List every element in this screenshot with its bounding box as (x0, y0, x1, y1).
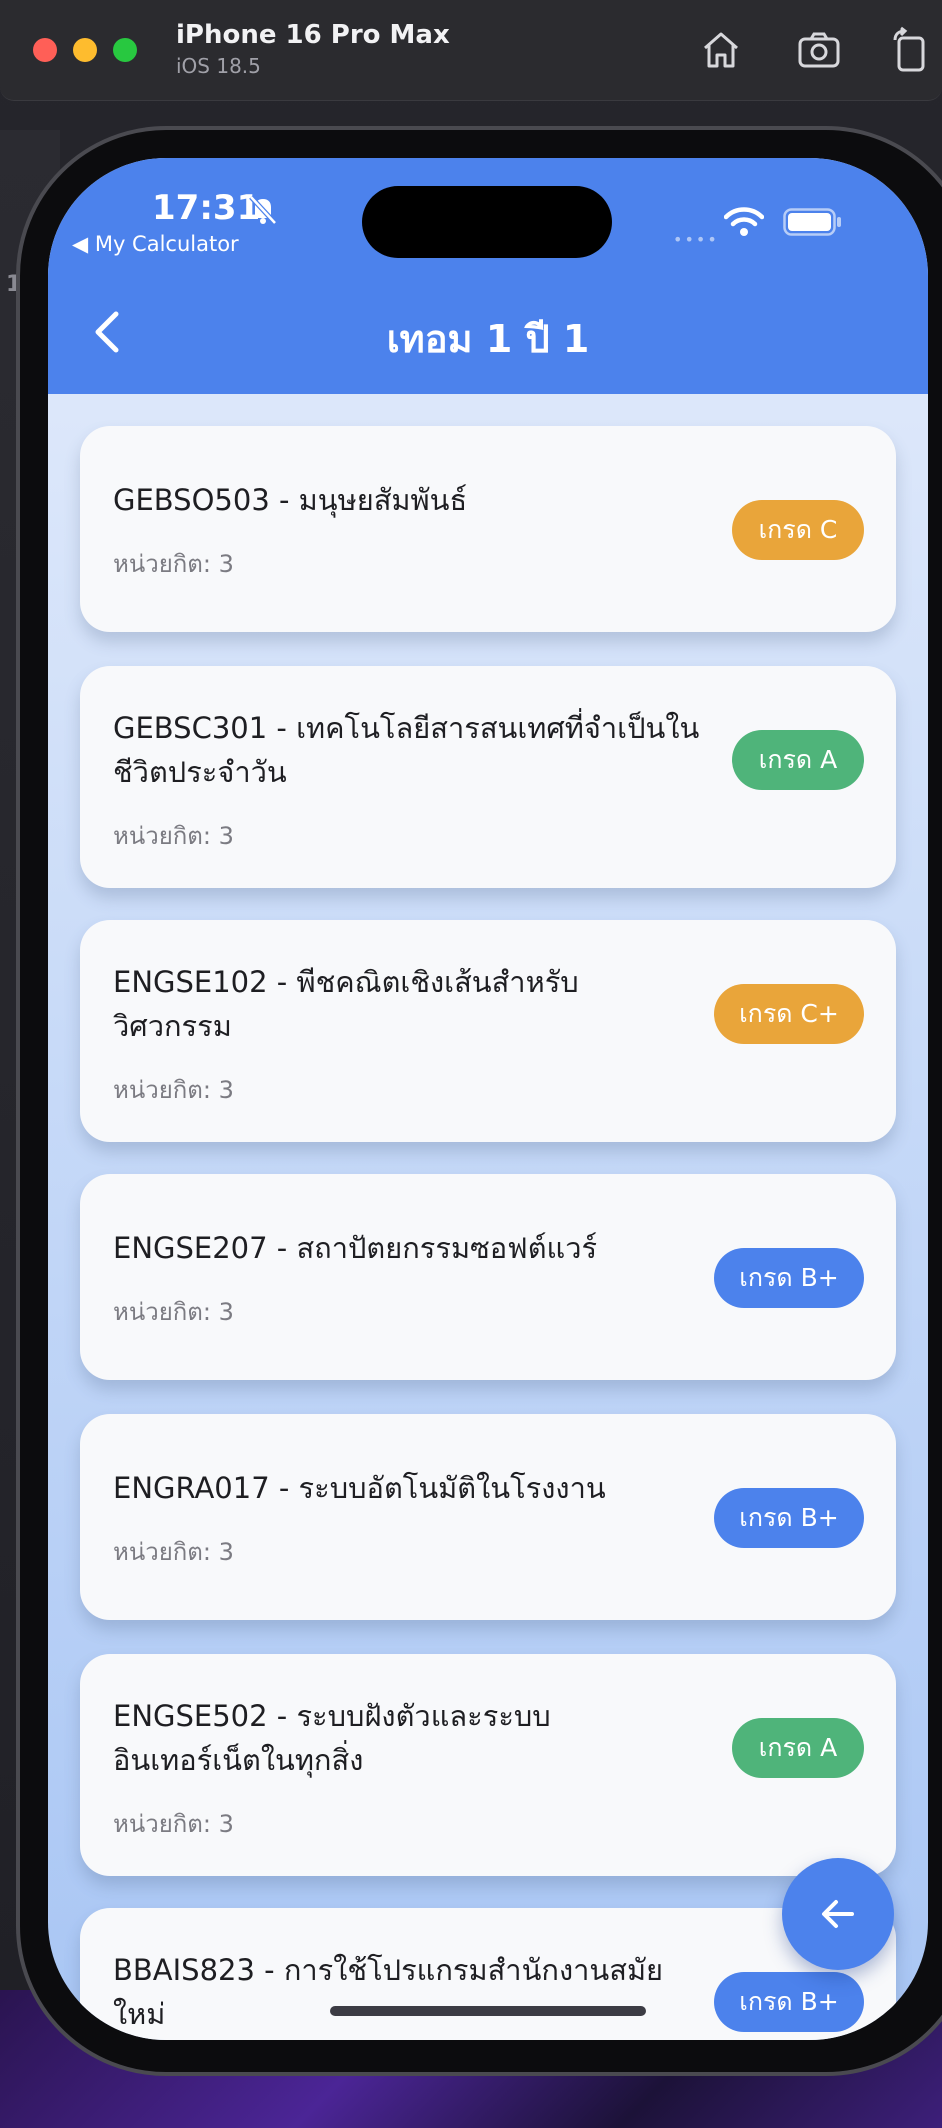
signal-dots-icon: •••• (673, 230, 719, 249)
arrow-left-icon (822, 1900, 854, 1928)
course-name: GEBSC301 - เทคโนโลยีสารสนเทศที่จำเป็นในช… (113, 711, 700, 789)
course-credits: หน่วยกิต: 3 (113, 550, 234, 578)
course-name: ENGSE207 - สถาปัตยกรรมซอฟต์แวร์ (113, 1231, 598, 1265)
home-icon[interactable] (697, 26, 745, 74)
wifi-icon (724, 207, 764, 236)
grade-badge: เกรด B+ (714, 1248, 864, 1308)
home-indicator[interactable] (330, 2006, 646, 2016)
course-credits: หน่วยกิต: 3 (113, 1298, 234, 1326)
course-card[interactable]: BBAIS823 - การใช้โปรแกรมสำนักงานสมัยใหม่… (80, 1908, 896, 2040)
grade-badge: เกรด A (732, 1718, 864, 1778)
course-name: GEBSO503 - มนุษยสัมพันธ์ (113, 483, 468, 517)
app-header: 17:31 ◀ My Calculator •••• เทอม 1 ปี 1 (48, 158, 928, 394)
course-credits: หน่วยกิต: 3 (113, 1538, 234, 1566)
rotate-icon[interactable] (887, 26, 935, 74)
close-window-button[interactable] (33, 38, 57, 62)
course-card[interactable]: ENGSE207 - สถาปัตยกรรมซอฟต์แวร์ หน่วยกิต… (80, 1174, 896, 1380)
course-credits: หน่วยกิต: 3 (113, 1810, 234, 1838)
back-fab-button[interactable] (782, 1858, 894, 1970)
status-time: 17:31 (152, 188, 261, 228)
course-name: ENGRA017 - ระบบอัตโนมัติในโรงงาน (113, 1471, 606, 1505)
grade-badge: เกรด A (732, 730, 864, 790)
course-card[interactable]: GEBSC301 - เทคโนโลยีสารสนเทศที่จำเป็นในช… (80, 666, 896, 888)
grade-badge: เกรด C+ (714, 984, 864, 1044)
page-title: เทอม 1 ปี 1 (386, 317, 590, 361)
grade-badge: เกรด B+ (714, 1488, 864, 1548)
battery-icon (783, 208, 841, 236)
grade-badge: เกรด C (732, 500, 864, 560)
course-card[interactable]: ENGSE102 - พีชคณิตเชิงเส้นสำหรับวิศวกรรม… (80, 920, 896, 1142)
screenshot-icon[interactable] (795, 26, 843, 74)
back-to-app-link[interactable]: ◀ My Calculator (72, 232, 239, 256)
course-card[interactable]: ENGRA017 - ระบบอัตโนมัติในโรงงาน หน่วยกิ… (80, 1414, 896, 1620)
device-name: iPhone 16 Pro Max (176, 20, 450, 50)
course-card[interactable]: ENGSE502 - ระบบฝังตัวและระบบอินเทอร์เน็ต… (80, 1654, 896, 1876)
course-name: BBAIS823 - การใช้โปรแกรมสำนักงานสมัยใหม่ (113, 1953, 664, 2031)
course-credits: หน่วยกิต: 3 (113, 1076, 234, 1104)
phone-screen: 17:31 ◀ My Calculator •••• เทอม 1 ปี 1 G… (48, 158, 928, 2040)
grade-badge: เกรด B+ (714, 1972, 864, 2032)
bell-slash-icon (249, 195, 277, 225)
dynamic-island (362, 186, 612, 258)
course-name: ENGSE502 - ระบบฝังตัวและระบบอินเทอร์เน็ต… (113, 1699, 551, 1777)
course-name: ENGSE102 - พีชคณิตเชิงเส้นสำหรับวิศวกรรม (113, 965, 579, 1043)
course-credits: หน่วยกิต: 3 (113, 822, 234, 850)
zoom-window-button[interactable] (113, 38, 137, 62)
minimize-window-button[interactable] (73, 38, 97, 62)
course-card[interactable]: GEBSO503 - มนุษยสัมพันธ์ หน่วยกิต: 3 เกร… (80, 426, 896, 632)
simulator-toolbar: iPhone 16 Pro Max iOS 18.5 (0, 0, 942, 101)
os-version: iOS 18.5 (176, 54, 261, 78)
